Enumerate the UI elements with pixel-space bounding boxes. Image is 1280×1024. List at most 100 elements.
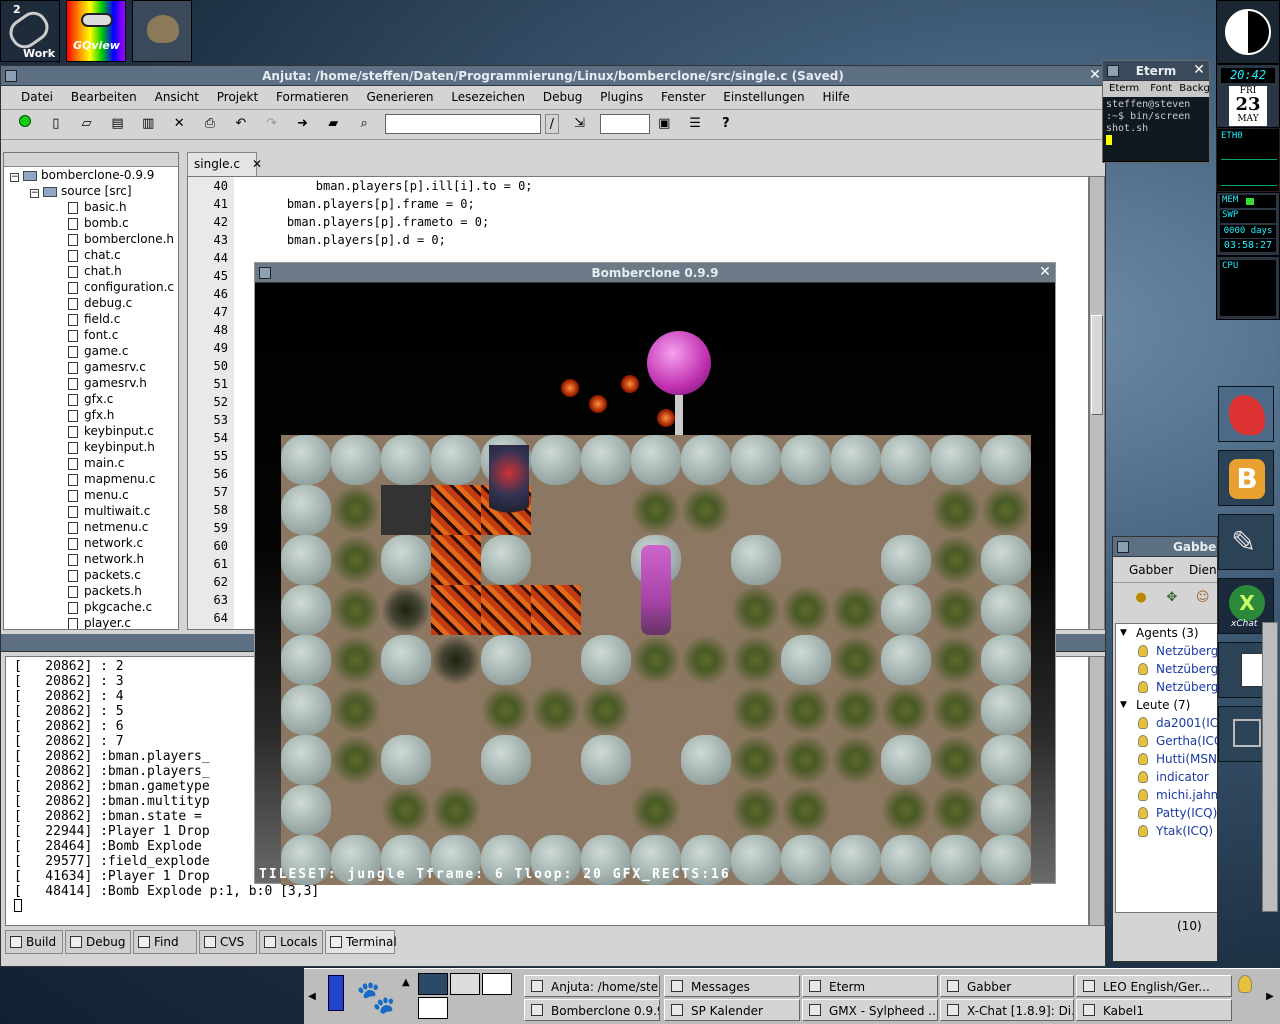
menu-ansicht[interactable]: Ansicht: [155, 86, 199, 108]
tree-file[interactable]: gamesrv.h: [4, 375, 178, 391]
contact-item[interactable]: Hutti(MSN): [1116, 750, 1217, 768]
search-input[interactable]: [384, 114, 541, 134]
tree-file[interactable]: game.c: [4, 343, 178, 359]
window-menu-icon[interactable]: [1107, 65, 1119, 77]
dropdown-arrow-icon[interactable]: /: [544, 114, 559, 134]
connect-icon[interactable]: ✥: [1162, 588, 1182, 608]
tab-debug[interactable]: Debug: [65, 930, 131, 954]
tab-cvs[interactable]: CVS: [199, 930, 257, 954]
menu-lesezeichen[interactable]: Lesezeichen: [451, 86, 525, 108]
bluefish-launcher[interactable]: B: [1218, 450, 1274, 506]
taskbar-arrow-up[interactable]: ▲: [402, 977, 410, 988]
tree-file[interactable]: configuration.c: [4, 279, 178, 295]
pager-desktop-2[interactable]: [450, 973, 480, 995]
tree-file[interactable]: gfx.h: [4, 407, 178, 423]
menu-einstellungen[interactable]: Einstellungen: [723, 86, 804, 108]
tree-file[interactable]: packets.h: [4, 583, 178, 599]
task-button[interactable]: X-Chat [1.8.9]: Di...: [940, 999, 1074, 1021]
tab-locals[interactable]: Locals: [259, 930, 323, 954]
window-menu-icon[interactable]: [259, 267, 271, 279]
contact-item[interactable]: Patty(ICQ): [1116, 804, 1217, 822]
tree-file[interactable]: bomb.c: [4, 215, 178, 231]
editor-scrollbar[interactable]: [1089, 176, 1105, 630]
tab-close-icon[interactable]: ✕: [252, 157, 262, 171]
tab-build[interactable]: Build: [5, 930, 63, 954]
tree-file[interactable]: network.h: [4, 551, 178, 567]
tab-single-c[interactable]: single.c ✕: [187, 152, 262, 176]
expand-arrow-icon[interactable]: ▼: [1120, 624, 1127, 642]
eterm-menu-background[interactable]: Backgr: [1179, 83, 1209, 94]
contact-item[interactable]: michi.jahn(MSN): [1116, 786, 1217, 804]
tree-file[interactable]: keybinput.h: [4, 439, 178, 455]
new-file-icon[interactable]: ▯: [46, 114, 66, 134]
menu-debug[interactable]: Debug: [543, 86, 582, 108]
gqview-launcher[interactable]: GQview: [66, 0, 126, 62]
tree-file[interactable]: netmenu.c: [4, 519, 178, 535]
tree-file[interactable]: chat.c: [4, 247, 178, 263]
tree-file[interactable]: menu.c: [4, 487, 178, 503]
buddy-icon[interactable]: ☺: [1193, 588, 1213, 608]
undo-icon[interactable]: ↶: [231, 114, 251, 134]
gimp-launcher[interactable]: [132, 0, 192, 62]
window-icon[interactable]: ▣: [654, 114, 674, 134]
tree-file[interactable]: main.c: [4, 455, 178, 471]
close-icon[interactable]: ✕: [1087, 68, 1103, 84]
contact-item[interactable]: Netzübergang: [1116, 642, 1217, 660]
green-dot-icon[interactable]: [15, 114, 35, 134]
window-menu-icon[interactable]: [5, 70, 17, 82]
tree-file[interactable]: field.c: [4, 311, 178, 327]
tab-find[interactable]: Find: [133, 930, 197, 954]
tray-bulb-icon[interactable]: [1238, 975, 1252, 993]
tree-file[interactable]: pkgcache.c: [4, 599, 178, 615]
contact-item[interactable]: Netzübergang: [1116, 660, 1217, 678]
help-icon[interactable]: ?: [716, 114, 736, 134]
eterm-menu-eterm[interactable]: Eterm: [1109, 83, 1139, 94]
tree-file[interactable]: gfx.c: [4, 391, 178, 407]
pager-desktop-3[interactable]: [482, 973, 512, 995]
menu-generieren[interactable]: Generieren: [367, 86, 434, 108]
workspace-switcher[interactable]: 2 Work: [0, 0, 60, 62]
expand-arrow-icon[interactable]: ▼: [1120, 696, 1127, 714]
tree-file[interactable]: network.c: [4, 535, 178, 551]
task-button[interactable]: Eterm: [802, 975, 938, 997]
anjuta-titlebar[interactable]: Anjuta: /home/steffen/Daten/Programmieru…: [1, 66, 1105, 86]
contact-item[interactable]: Gertha(ICQ): [1116, 732, 1217, 750]
menu-formatieren[interactable]: Formatieren: [276, 86, 349, 108]
task-button[interactable]: LEO English/Ger...: [1076, 975, 1232, 997]
eterm-menu-font[interactable]: Font: [1150, 83, 1172, 94]
eterm-titlebar[interactable]: Eterm ✕: [1103, 61, 1209, 81]
task-button[interactable]: SP Kalender: [664, 999, 800, 1021]
task-button[interactable]: Bomberclone 0.9.9: [524, 999, 660, 1021]
line-number-input[interactable]: [600, 114, 651, 134]
tree-file[interactable]: basic.h: [4, 199, 178, 215]
tree-root[interactable]: − bomberclone-0.9.9: [4, 167, 178, 183]
tree-folder-source[interactable]: − source [src]: [4, 183, 178, 199]
list-icon[interactable]: ☰: [685, 114, 705, 134]
taskbar-arrow-left[interactable]: ◀: [304, 969, 320, 1024]
find-icon[interactable]: ⌕: [354, 114, 374, 134]
pager-desktop-1[interactable]: [418, 973, 448, 995]
redo-icon[interactable]: ↷: [262, 114, 282, 134]
settings-launcher[interactable]: ✎: [1218, 514, 1274, 570]
bulb-icon[interactable]: ●: [1131, 588, 1151, 608]
compile-icon[interactable]: ▰: [323, 114, 343, 134]
tree-file[interactable]: debug.c: [4, 295, 178, 311]
tree-file[interactable]: font.c: [4, 327, 178, 343]
menu-bearbeiten[interactable]: Bearbeiten: [71, 86, 137, 108]
contact-group[interactable]: ▼ Leute (7): [1116, 696, 1217, 714]
contact-item[interactable]: da2001(ICQ): [1116, 714, 1217, 732]
contact-group[interactable]: ▼ Agents (3): [1116, 624, 1217, 642]
close-file-icon[interactable]: ✕: [169, 114, 189, 134]
save-all-icon[interactable]: ▥: [138, 114, 158, 134]
gabber-menu-gabber[interactable]: Gabber: [1129, 563, 1173, 577]
open-folder-icon[interactable]: ▱: [77, 114, 97, 134]
pager[interactable]: [418, 973, 512, 1021]
close-icon[interactable]: ✕: [1191, 63, 1207, 79]
task-button[interactable]: Anjuta: /home/ste...: [524, 975, 660, 997]
tree-file[interactable]: chat.h: [4, 263, 178, 279]
gnome-foot-icon[interactable]: 🐾: [356, 975, 396, 1019]
menu-fenster[interactable]: Fenster: [661, 86, 706, 108]
tree-file[interactable]: gamesrv.c: [4, 359, 178, 375]
tree-file[interactable]: packets.c: [4, 567, 178, 583]
dragon-launcher[interactable]: [1218, 386, 1274, 442]
